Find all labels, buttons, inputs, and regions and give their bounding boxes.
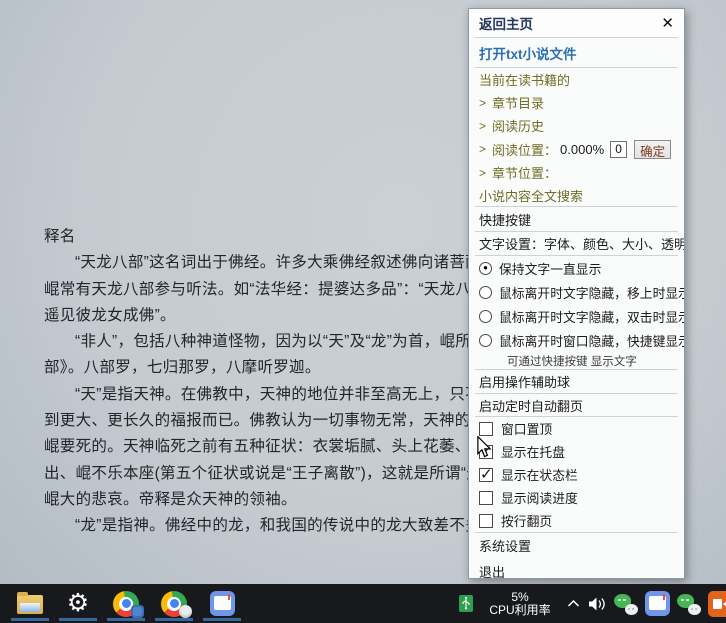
checkbox-show-reading-progress[interactable]: 显示阅读进度 — [469, 486, 684, 509]
radio-hide-on-leave-show-on-dblclick[interactable]: 鼠标离开时文字隐藏，双击时显示 — [469, 304, 684, 328]
menu-item-reading-position: > 阅读位置： 0.000% 确定 — [469, 137, 684, 161]
chevron-right-icon: > — [479, 166, 486, 180]
back-home-link[interactable]: 返回主页 — [479, 13, 533, 33]
radio-hide-on-leave-show-on-hover[interactable]: 鼠标离开时文字隐藏，移上时显示 — [469, 280, 684, 304]
meeting-app-icon[interactable] — [645, 591, 670, 616]
notes-app-icon — [210, 591, 235, 616]
volume-icon[interactable] — [587, 596, 607, 612]
menu-item-hotkeys[interactable]: 快捷按键 — [469, 207, 684, 231]
radio-button-icon: ● — [479, 262, 492, 275]
hotkey-hint-text: 可通过快捷按键 显示文字 — [469, 352, 684, 369]
panel-header: 返回主页 ✕ — [469, 9, 684, 37]
checkbox-page-by-line[interactable]: 按行翻页 — [469, 509, 684, 532]
settings-button[interactable]: ⚙ — [54, 584, 102, 623]
reading-position-input[interactable] — [610, 141, 627, 158]
menu-item-exit[interactable]: 退出 — [469, 558, 684, 579]
checkbox-icon — [479, 422, 493, 436]
menu-item-chapter-position[interactable]: > 章节位置： — [469, 161, 684, 184]
checkbox-window-on-top[interactable]: 窗口置顶 — [469, 417, 684, 440]
taskbar: ⚙ 5% CPU利用率 — [0, 584, 726, 623]
taskbar-apps: ⚙ — [6, 584, 246, 623]
chrome-button-2[interactable] — [150, 584, 198, 623]
radio-keep-text-visible[interactable]: ● 保持文字一直显示 — [469, 256, 684, 280]
file-explorer-button[interactable] — [6, 584, 54, 623]
mouse-cursor — [476, 436, 492, 463]
radio-button-icon — [479, 310, 492, 323]
checkbox-icon — [479, 514, 493, 528]
usb-device-tray-icon[interactable] — [459, 595, 473, 612]
system-tray: 5% CPU利用率 — [459, 584, 726, 623]
video-app-icon[interactable] — [708, 591, 726, 617]
confirm-button[interactable]: 确定 — [634, 140, 671, 159]
menu-item-text-settings[interactable]: 文字设置：字体、颜色、大小、透明 — [469, 232, 684, 255]
gear-icon: ⚙ — [67, 591, 89, 616]
reader-menu-panel: 返回主页 ✕ 打开txt小说文件 当前在读书籍的 > 章节目录 > 阅读历史 >… — [468, 8, 685, 579]
running-indicator — [107, 618, 145, 621]
checkbox-show-in-tray[interactable]: ✓ 显示在托盘 — [469, 440, 684, 463]
current-book-label: 当前在读书籍的 — [469, 68, 684, 91]
running-indicator — [11, 618, 49, 621]
menu-item-reading-history[interactable]: > 阅读历史 — [469, 114, 684, 137]
chevron-right-icon: > — [479, 119, 486, 133]
checkbox-show-in-statusbar[interactable]: ✓ 显示在状态栏 — [469, 463, 684, 486]
close-icon[interactable]: ✕ — [661, 16, 674, 31]
checkbox-icon: ✓ — [479, 468, 493, 482]
running-indicator — [203, 618, 241, 621]
chevron-right-icon: > — [479, 142, 486, 156]
chrome-profile-badge-icon — [179, 605, 192, 618]
notes-app-button[interactable] — [198, 584, 246, 623]
chevron-right-icon: > — [479, 96, 486, 110]
chrome-button-1[interactable] — [102, 584, 150, 623]
wechat-icon-2[interactable] — [677, 592, 701, 616]
chrome-profile-badge-icon — [131, 605, 144, 618]
checkbox-icon — [479, 491, 493, 505]
menu-item-chapter-list[interactable]: > 章节目录 — [469, 91, 684, 114]
radio-button-icon — [479, 286, 492, 299]
open-txt-file-link[interactable]: 打开txt小说文件 — [469, 38, 684, 67]
running-indicator — [155, 618, 193, 621]
menu-item-auto-page-turn[interactable]: 启动定时自动翻页 — [469, 394, 684, 416]
radio-button-icon — [479, 334, 492, 347]
menu-item-fulltext-search[interactable]: 小说内容全文搜索 — [469, 184, 684, 206]
cpu-percent: 5% — [511, 591, 528, 604]
cpu-usage-tray-widget[interactable]: 5% CPU利用率 — [480, 591, 560, 616]
hidden-icons-chevron[interactable] — [567, 599, 580, 608]
cpu-label: CPU利用率 — [489, 604, 550, 617]
running-indicator — [59, 618, 97, 621]
menu-item-system-settings[interactable]: 系统设置 — [469, 533, 684, 558]
radio-hide-window-show-by-hotkey[interactable]: 鼠标离开时窗口隐藏，快捷键显示 — [469, 328, 684, 352]
file-explorer-icon — [17, 595, 43, 614]
menu-item-assist-ball[interactable]: 启用操作辅助球 — [469, 370, 684, 393]
wechat-icon[interactable] — [614, 592, 638, 616]
reading-position-value: 0.000% — [560, 142, 604, 157]
